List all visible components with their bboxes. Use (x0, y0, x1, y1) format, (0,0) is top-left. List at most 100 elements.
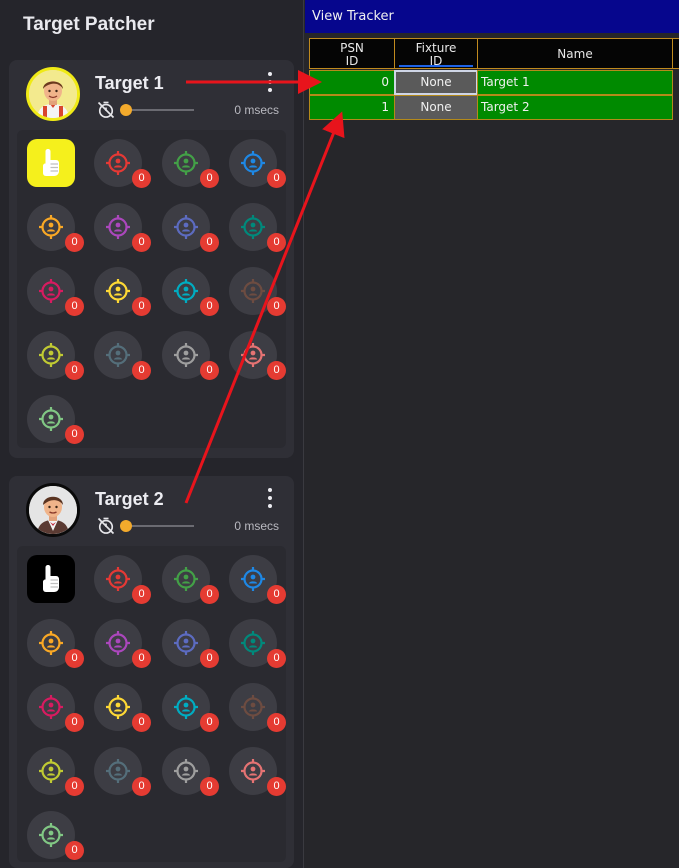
crosshair-person-icon (106, 279, 130, 303)
target-name[interactable]: Target 1 (95, 73, 164, 94)
column-header-label: Name (557, 47, 593, 61)
avatar[interactable] (26, 67, 80, 121)
fixture-button[interactable]: 0 (94, 139, 151, 188)
fixture-button[interactable]: 0 (27, 331, 84, 380)
column-header-label: Fixture ID (415, 41, 457, 68)
select-target-button[interactable] (27, 139, 75, 187)
fixture-button[interactable]: 0 (27, 267, 84, 316)
timer-off-icon (97, 517, 115, 535)
psn-id-cell[interactable]: 1 (309, 95, 395, 120)
count-badge: 0 (267, 649, 286, 668)
count-badge: 0 (65, 425, 84, 444)
title-bar: View Tracker (305, 0, 679, 33)
column-header-psn-id[interactable]: PSN ID (309, 38, 395, 69)
count-badge: 0 (267, 361, 286, 380)
window-title: View Tracker (312, 9, 394, 24)
latency-slider[interactable] (120, 520, 194, 532)
crosshair-person-icon (241, 279, 265, 303)
fixture-id-cell[interactable]: None (394, 70, 478, 95)
fixture-button[interactable]: 0 (162, 619, 219, 668)
more-options-icon[interactable] (263, 72, 277, 92)
fixture-id-cell[interactable]: None (394, 95, 478, 120)
fixture-button[interactable]: 0 (229, 747, 286, 796)
crosshair-person-icon (106, 567, 130, 591)
fixture-button[interactable]: 0 (229, 267, 286, 316)
fixture-button[interactable]: 0 (162, 267, 219, 316)
target-name[interactable]: Target 2 (95, 489, 164, 510)
fixture-button[interactable]: 0 (229, 331, 286, 380)
fixture-button[interactable]: 0 (229, 203, 286, 252)
name-cell[interactable]: Target 1 (477, 70, 673, 95)
latency-value: 0 msecs (234, 519, 279, 533)
count-badge: 0 (267, 777, 286, 796)
count-badge: 0 (200, 585, 219, 604)
crosshair-person-icon (106, 695, 130, 719)
fixture-button[interactable]: 0 (94, 331, 151, 380)
fixture-button[interactable]: 0 (229, 139, 286, 188)
crosshair-person-icon (241, 759, 265, 783)
target-card-2[interactable]: Target 2 0 msecs 0 0 0 0 0 0 0 0 0 0 0 0 0 0 0 0 (9, 476, 294, 868)
target-card-1[interactable]: Target 1 0 msecs 0 0 0 0 0 0 0 0 0 0 0 0 0 0 0 0 (9, 60, 294, 458)
fixture-button[interactable]: 0 (27, 683, 84, 732)
count-badge: 0 (267, 233, 286, 252)
slider-knob[interactable] (120, 104, 132, 116)
fixture-button[interactable]: 0 (27, 203, 84, 252)
fixture-button[interactable]: 0 (94, 203, 151, 252)
name-cell[interactable]: Target 2 (477, 95, 673, 120)
crosshair-person-icon (174, 151, 198, 175)
fixture-grid: 0 0 0 0 0 0 0 0 0 0 0 0 0 0 0 0 (17, 546, 286, 862)
column-header-name[interactable]: Name (477, 38, 673, 69)
male-avatar-icon (29, 70, 77, 118)
fixture-button[interactable]: 0 (229, 683, 286, 732)
more-options-icon[interactable] (263, 488, 277, 508)
fixture-button[interactable]: 0 (162, 683, 219, 732)
fixture-button[interactable]: 0 (27, 395, 84, 444)
fixture-button[interactable]: 0 (27, 811, 84, 860)
hand-tile (27, 555, 75, 603)
crosshair-person-icon (39, 759, 63, 783)
crosshair-person-icon (39, 215, 63, 239)
crosshair-person-icon (174, 631, 198, 655)
column-header-extra (672, 38, 679, 69)
count-badge: 0 (65, 361, 84, 380)
slider-knob[interactable] (120, 520, 132, 532)
fixture-button[interactable]: 0 (162, 139, 219, 188)
fixture-button[interactable]: 0 (94, 683, 151, 732)
table-row[interactable]: 1 None Target 2 (309, 95, 673, 120)
count-badge: 0 (200, 649, 219, 668)
timer-off-icon (97, 101, 115, 119)
panel-title: Target Patcher (23, 14, 155, 35)
crosshair-person-icon (174, 567, 198, 591)
fixture-button[interactable]: 0 (162, 203, 219, 252)
crosshair-person-icon (106, 631, 130, 655)
fixture-button[interactable]: 0 (94, 619, 151, 668)
crosshair-person-icon (39, 823, 63, 847)
crosshair-person-icon (106, 215, 130, 239)
fixture-button[interactable]: 0 (27, 747, 84, 796)
avatar[interactable] (26, 483, 80, 537)
count-badge: 0 (132, 713, 151, 732)
count-badge: 0 (65, 297, 84, 316)
count-badge: 0 (65, 777, 84, 796)
column-header-fixture-id[interactable]: Fixture ID (394, 38, 478, 69)
fixture-button[interactable]: 0 (27, 619, 84, 668)
fixture-button[interactable]: 0 (94, 267, 151, 316)
latency-slider[interactable] (120, 104, 194, 116)
crosshair-person-icon (174, 279, 198, 303)
fixture-button[interactable]: 0 (229, 619, 286, 668)
fixture-button[interactable]: 0 (94, 555, 151, 604)
fixture-button[interactable]: 0 (94, 747, 151, 796)
fixture-button[interactable]: 0 (162, 747, 219, 796)
fixture-button[interactable]: 0 (229, 555, 286, 604)
count-badge: 0 (132, 777, 151, 796)
male-avatar-icon (29, 486, 77, 534)
table-row[interactable]: 0 None Target 1 (309, 70, 673, 95)
view-tracker-panel: View Tracker PSN ID Fixture ID Name 0 None… (305, 0, 679, 868)
count-badge: 0 (132, 297, 151, 316)
psn-id-cell[interactable]: 0 (309, 70, 395, 95)
select-target-button[interactable] (27, 555, 75, 603)
fixture-button[interactable]: 0 (162, 331, 219, 380)
crosshair-person-icon (106, 343, 130, 367)
fixture-button[interactable]: 0 (162, 555, 219, 604)
crosshair-person-icon (106, 759, 130, 783)
